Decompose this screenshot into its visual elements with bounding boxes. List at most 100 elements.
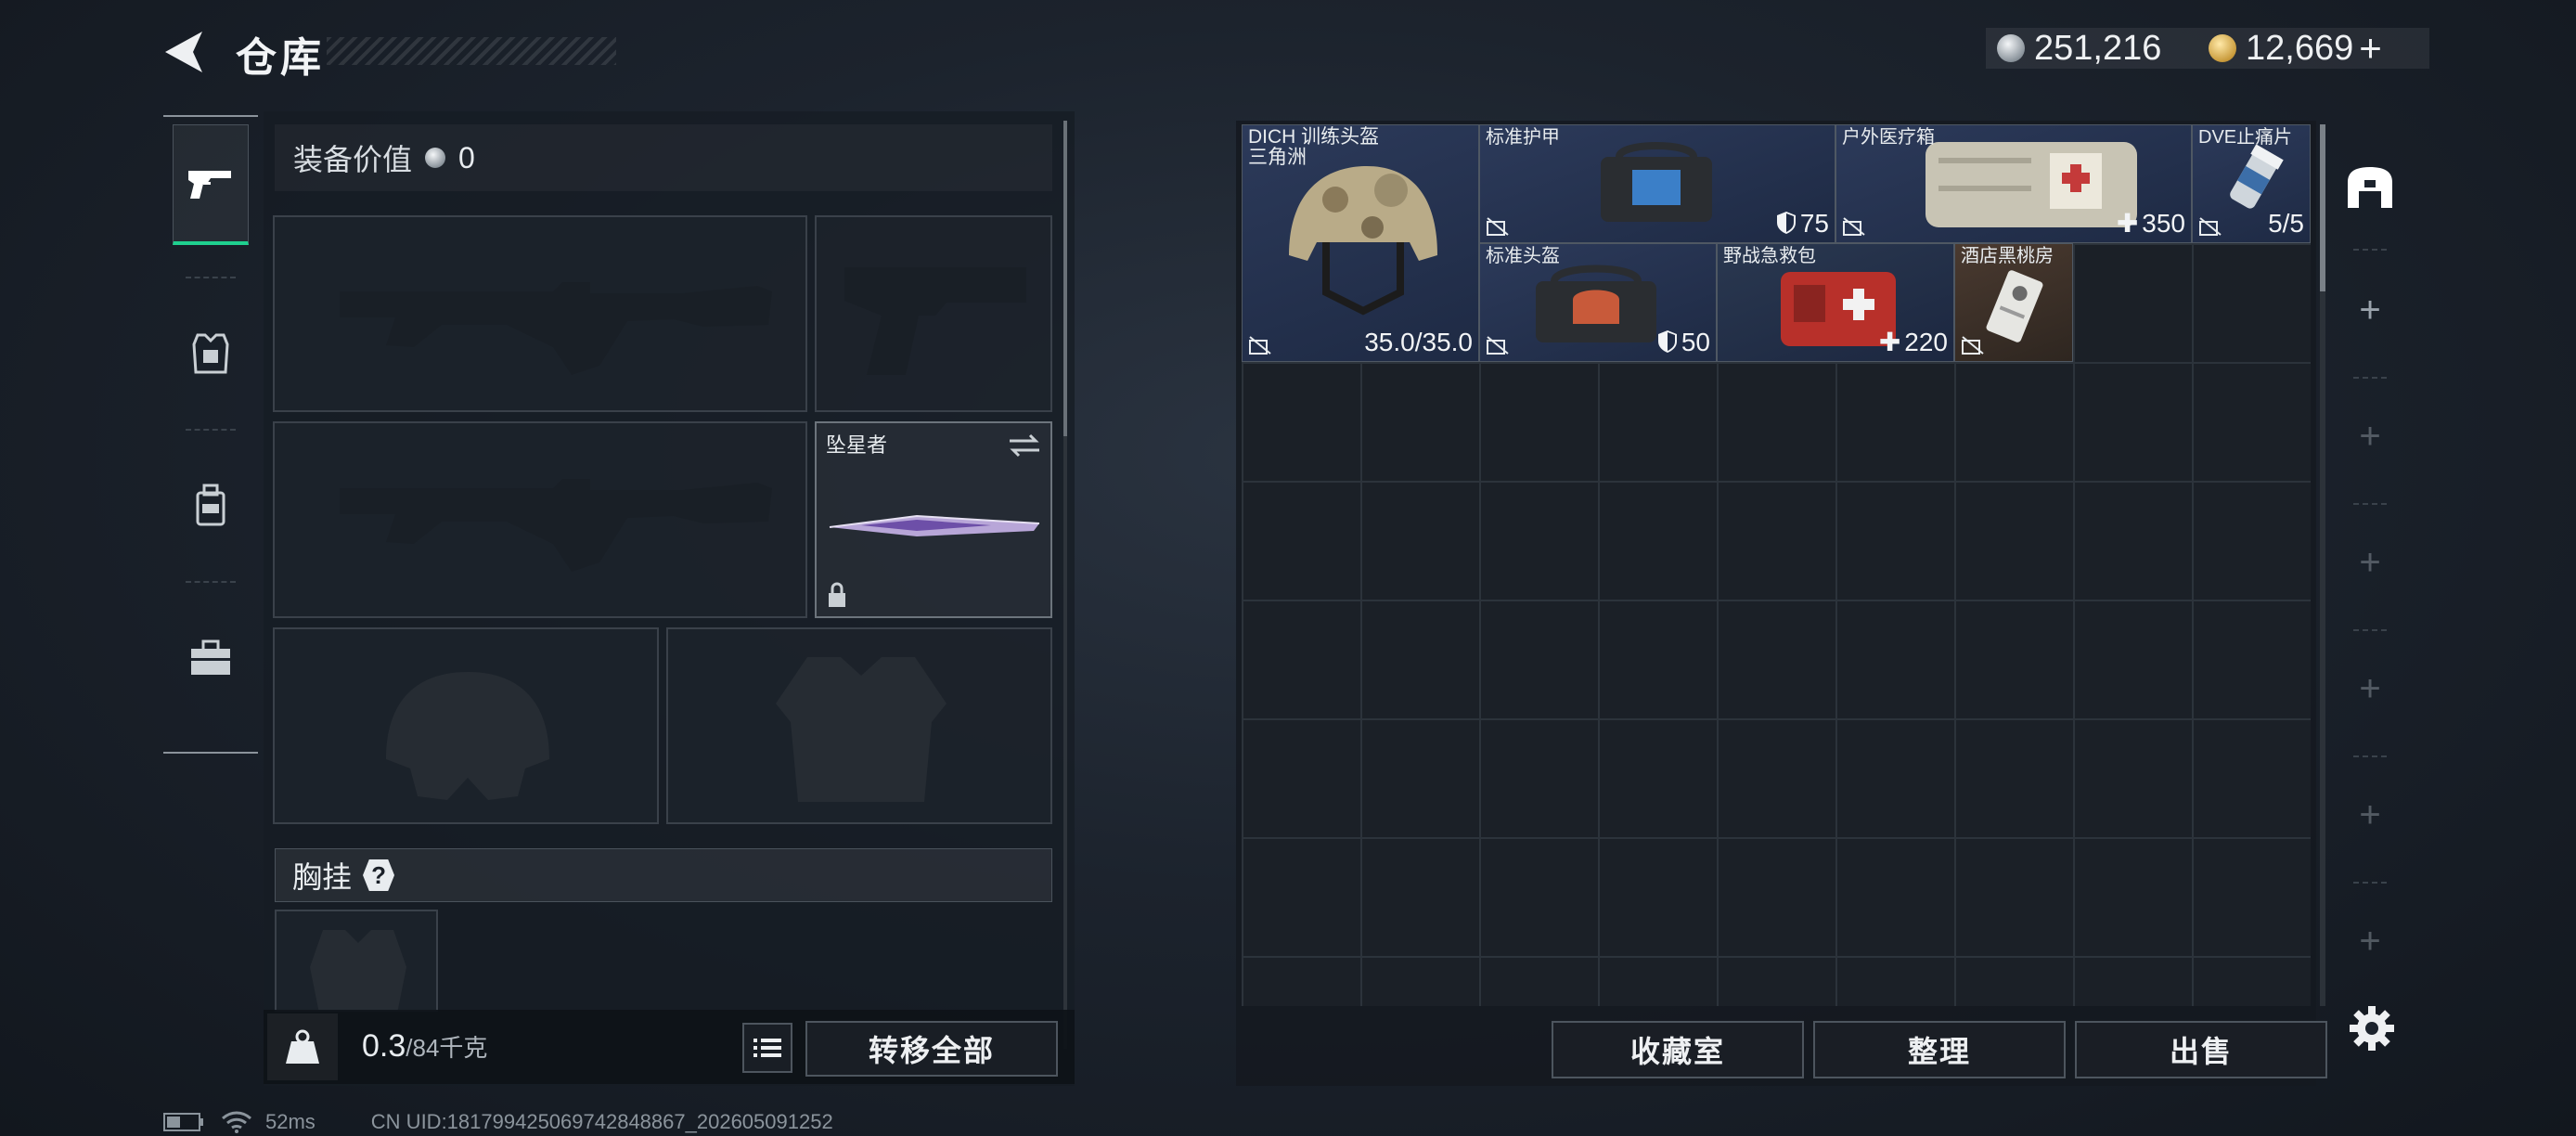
transfer-all-button[interactable]: 转移全部 (805, 1021, 1058, 1077)
back-button[interactable] (160, 26, 212, 78)
tab-weapons[interactable] (173, 124, 249, 245)
currency-primary-amount: 251,216 (2034, 28, 2162, 68)
tab-separator (186, 581, 236, 583)
melee-slot[interactable]: 坠星者 (815, 421, 1052, 618)
silver-coin-icon (425, 148, 446, 168)
shield-icon (1776, 212, 1796, 234)
list-icon (753, 1039, 781, 1057)
tab-backpack[interactable] (173, 445, 249, 566)
title-decoration (327, 37, 616, 65)
item-name: 酒店黑桃房 (1961, 246, 2054, 266)
item-name: DICH 训练头盔 三角洲 (1248, 126, 1380, 168)
no-drop-icon (1487, 217, 1509, 236)
add-stash-tab-button[interactable]: + (2342, 408, 2398, 464)
back-arrow-icon (165, 32, 202, 72)
stash-tab-main[interactable] (2342, 160, 2398, 215)
stash-item-dve-pills[interactable]: DVE止痛片 5/5 (2192, 124, 2311, 243)
item-heal-value: ✚ 350 (2116, 209, 2185, 238)
helmet-slot[interactable] (273, 627, 659, 824)
weight-max: /84千克 (406, 1034, 488, 1062)
toolbox-icon (191, 639, 230, 675)
chest-rig-label: 胸挂 (292, 860, 353, 894)
stash-tab-separator (2353, 249, 2387, 251)
plus-icon: ✚ (2116, 209, 2139, 238)
primary-weapon-slot[interactable] (273, 215, 807, 412)
currency-primary: 251,216 (1997, 28, 2161, 69)
armor-silhouette-icon (776, 657, 947, 802)
stash-item-hotel-keycard[interactable]: 酒店黑桃房 (1954, 243, 2073, 362)
stash-item-standard-armor[interactable]: 标准护甲 75 (1479, 124, 1835, 243)
add-stash-tab-button[interactable]: + (2342, 282, 2398, 338)
help-button[interactable]: ? (363, 859, 395, 891)
stash-item-standard-helmet[interactable]: 标准头盔 50 (1479, 243, 1717, 362)
sell-button[interactable]: 出售 (2075, 1021, 2327, 1078)
page-title: 仓库 (236, 35, 325, 81)
armor-item-icon (1601, 142, 1712, 222)
stash-tab-separator (2353, 503, 2387, 505)
armor-vest-icon (192, 333, 229, 374)
camo-helmet-icon (1289, 166, 1437, 316)
add-stash-tab-button[interactable]: + (2342, 535, 2398, 590)
stash-tab-separator (2353, 755, 2387, 757)
swap-icon[interactable] (1008, 432, 1041, 458)
add-stash-tab-button[interactable]: + (2342, 661, 2398, 716)
gold-coin-icon (2209, 34, 2236, 62)
item-armor-value: 75 (1776, 209, 1829, 239)
secondary-weapon-slot[interactable] (273, 421, 807, 618)
helmet-item-icon (1536, 265, 1656, 342)
item-name: 标准护甲 (1486, 127, 1560, 148)
stash-grid[interactable]: DICH 训练头盔 三角洲 35.0/35.0 标准护甲 75 户外医疗箱 ✚ 35… (1242, 124, 2311, 1006)
silver-coin-icon (1997, 34, 2025, 62)
keycard-icon (1986, 270, 2043, 342)
stash-scrollbar[interactable] (2320, 124, 2325, 1006)
uid-readout: CN UID:1817994250697428488​67_2026050912… (370, 1110, 833, 1133)
melee-knife-icon (829, 514, 1040, 536)
weight-badge (267, 1013, 338, 1080)
item-name: 标准头盔 (1486, 246, 1560, 266)
stash-item-outdoor-medkit[interactable]: 户外医疗箱 ✚ 350 (1835, 124, 2192, 243)
list-view-button[interactable] (742, 1023, 792, 1073)
no-drop-icon (1249, 336, 1271, 355)
tab-armor[interactable] (173, 293, 249, 414)
body-armor-slot[interactable] (666, 627, 1052, 824)
stash-item-dich-helmet[interactable]: DICH 训练头盔 三角洲 35.0/35.0 (1242, 124, 1479, 362)
melee-name: 坠星者 (826, 433, 888, 457)
add-currency-button[interactable]: + (2359, 26, 2382, 71)
vault-icon (2348, 167, 2392, 208)
tab-items[interactable] (173, 598, 249, 718)
battery-icon (163, 1113, 203, 1131)
item-durability: 35.0/35.0 (1364, 328, 1473, 356)
plus-icon: ✚ (1878, 328, 1901, 356)
currency-secondary[interactable]: 12,669 + (2209, 26, 2382, 71)
pistol-slot[interactable] (815, 215, 1052, 412)
stash-tab-separator (2353, 377, 2387, 379)
tab-separator (186, 277, 236, 278)
rifle-silhouette-icon (340, 479, 772, 572)
item-name: 户外医疗箱 (1842, 127, 1935, 148)
stash-item-field-first-aid[interactable]: 野战急救包 ✚ 220 (1717, 243, 1954, 362)
wifi-icon (222, 1111, 251, 1133)
lock-icon (829, 582, 845, 607)
status-bar: 52ms CN UID:1817994250697428488​67_20260… (163, 1110, 833, 1134)
settings-button[interactable] (2346, 1002, 2398, 1054)
ping-readout: 52ms (265, 1110, 316, 1133)
pistol-silhouette-icon (844, 267, 1026, 375)
organize-button[interactable]: 整理 (1813, 1021, 2066, 1078)
equipment-scrollbar[interactable] (1063, 121, 1067, 1049)
no-drop-icon (2199, 217, 2222, 236)
chest-rig-slot[interactable] (275, 910, 438, 1012)
backpack-icon (196, 484, 225, 526)
shield-icon (1657, 330, 1677, 353)
add-stash-tab-button[interactable]: + (2342, 913, 2398, 969)
rifle-silhouette-icon (340, 282, 772, 375)
collection-room-button[interactable]: 收藏室 (1552, 1021, 1804, 1078)
helmet-silhouette-icon (386, 672, 549, 800)
stash-tab-separator (2353, 882, 2387, 884)
no-drop-icon (1843, 217, 1865, 236)
equipment-value-amount: 0 (458, 140, 475, 174)
pistol-icon (188, 170, 231, 199)
weight-icon (286, 1029, 319, 1064)
chest-rig-header: 胸挂 ? (275, 848, 1052, 902)
add-stash-tab-button[interactable]: + (2342, 787, 2398, 843)
pill-bottle-icon (2230, 144, 2284, 209)
